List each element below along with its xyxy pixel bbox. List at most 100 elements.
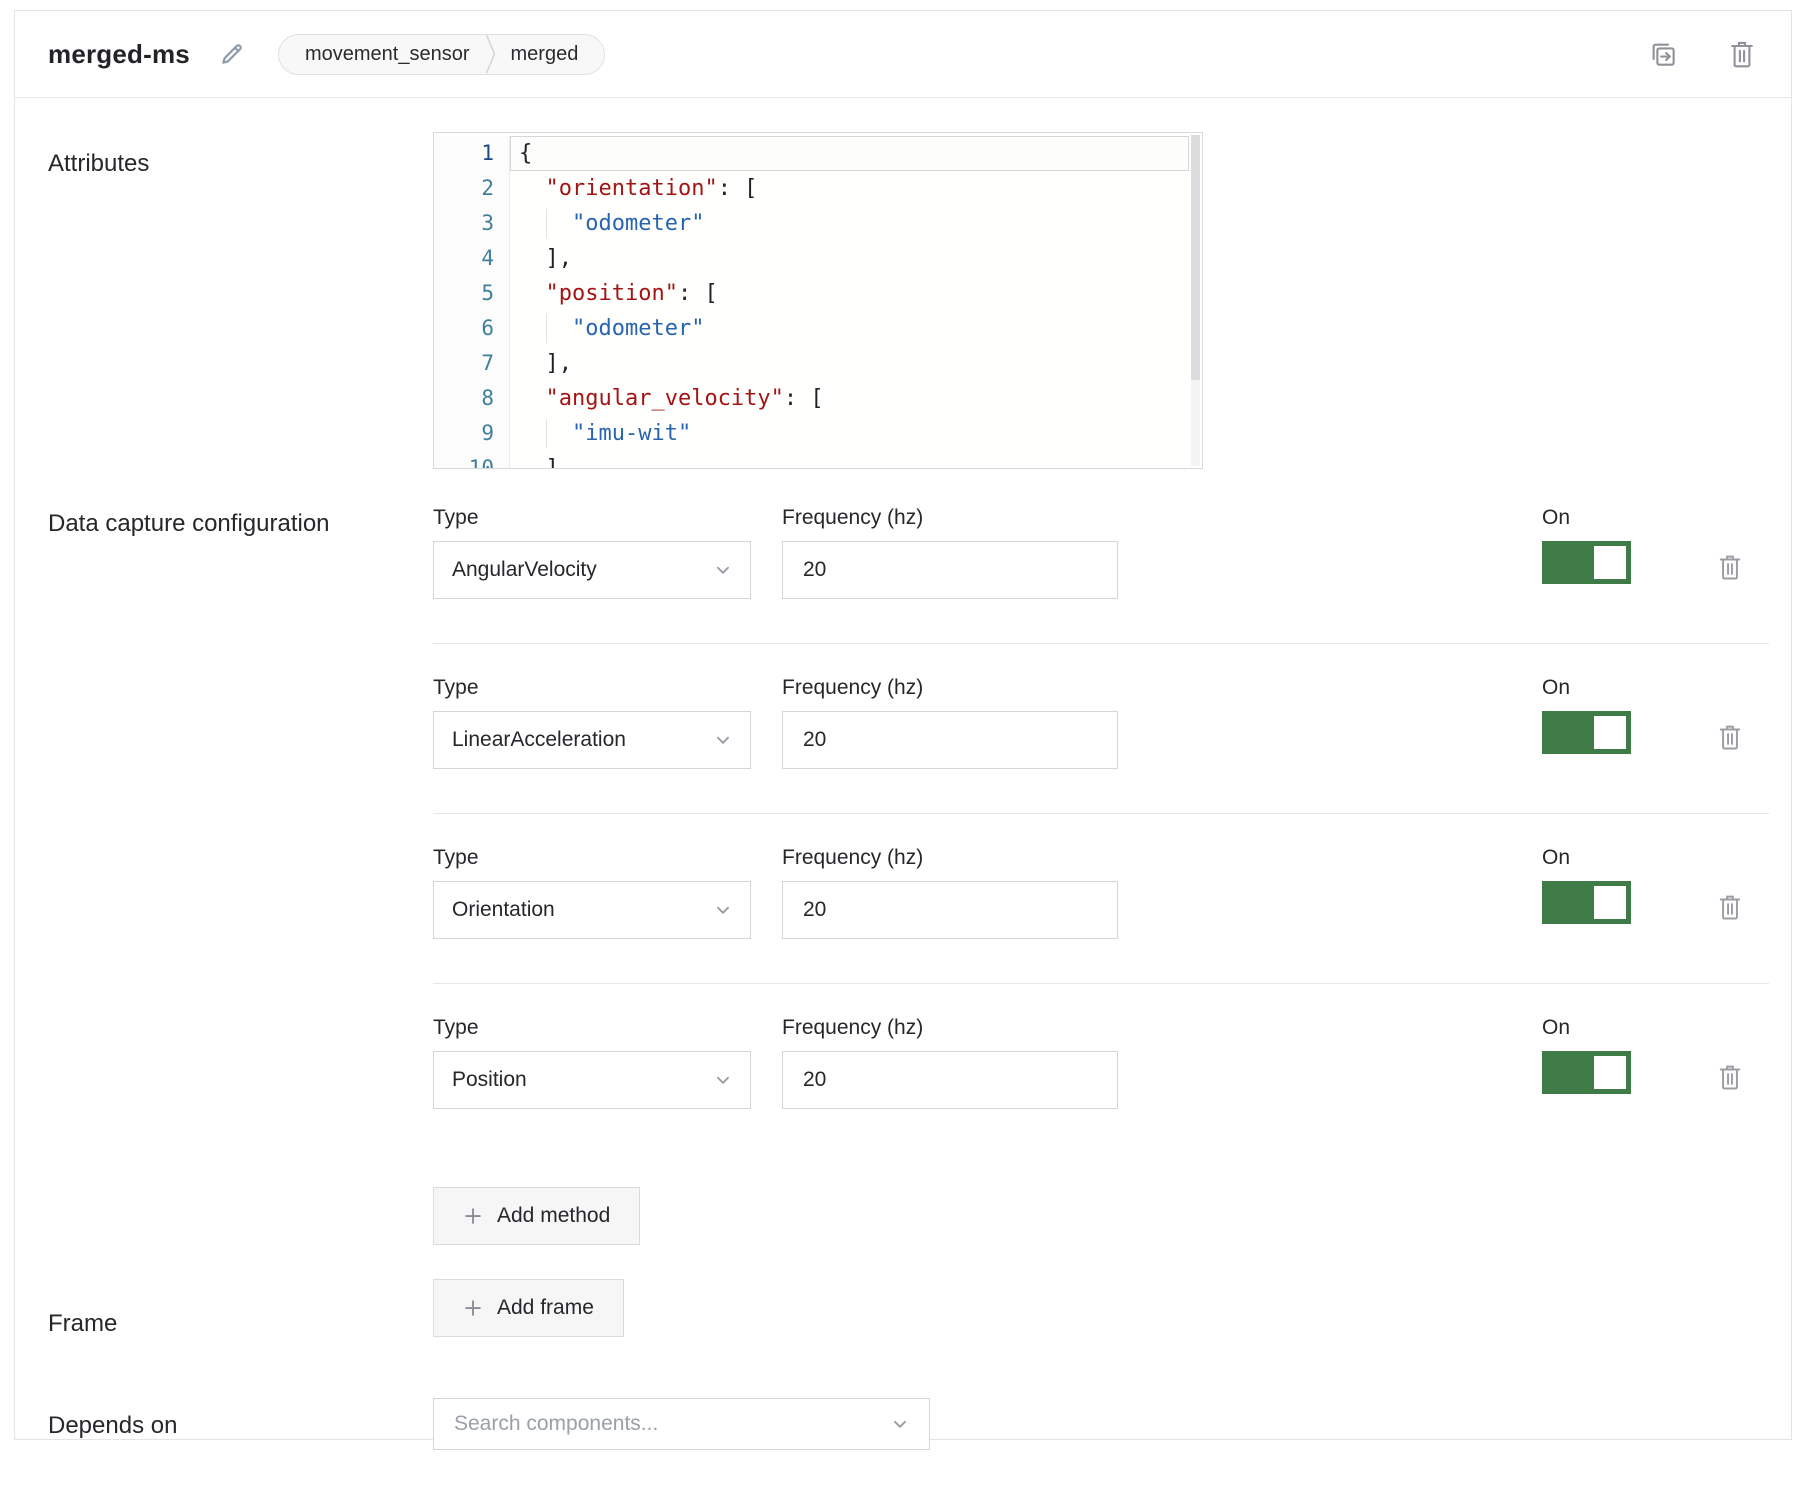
component-header: merged-ms movement_sensor merged: [15, 11, 1791, 98]
code-line-content: "angular_velocity": [: [510, 381, 1189, 416]
type-label: Type: [433, 846, 751, 870]
line-number: 8: [434, 381, 510, 416]
depends-on-select[interactable]: [433, 1398, 930, 1450]
capture-enabled-toggle[interactable]: [1542, 881, 1631, 924]
line-number: 3: [434, 206, 510, 241]
capture-enabled-toggle[interactable]: [1542, 541, 1631, 584]
code-line-content: ]: [510, 451, 1189, 469]
frequency-input[interactable]: [782, 711, 1118, 769]
trash-icon: [1716, 552, 1744, 582]
line-number: 2: [434, 171, 510, 206]
capture-enabled-toggle[interactable]: [1542, 1051, 1631, 1094]
chevron-down-icon: [714, 731, 732, 749]
code-line-content: "position": [: [510, 276, 1189, 311]
code-line-content: "odometer": [510, 206, 1189, 241]
toggle-on-label: On: [1542, 506, 1631, 530]
trash-icon: [1727, 38, 1757, 70]
pencil-icon: [219, 41, 245, 67]
capture-type-select[interactable]: Orientation: [433, 881, 751, 939]
duplicate-component-button[interactable]: [1647, 38, 1679, 70]
code-line-content: "orientation": [: [510, 171, 1189, 206]
frequency-input[interactable]: [782, 541, 1118, 599]
editor-scrollbar-thumb[interactable]: [1191, 135, 1200, 380]
attributes-json-editor[interactable]: 1{2 "orientation": [3 "odometer"4 ],5 "p…: [433, 132, 1203, 469]
capture-type-value: LinearAcceleration: [452, 728, 714, 752]
toggle-knob: [1594, 716, 1626, 749]
chevron-down-icon: [714, 1071, 732, 1089]
frequency-label: Frequency (hz): [782, 1016, 1118, 1040]
edit-name-button[interactable]: [216, 38, 248, 70]
chevron-down-icon: [714, 561, 732, 579]
add-method-label: Add method: [497, 1204, 610, 1228]
component-type: movement_sensor: [305, 43, 470, 66]
add-frame-button[interactable]: Add frame: [433, 1279, 624, 1337]
line-number: 10: [434, 451, 510, 469]
line-number: 4: [434, 241, 510, 276]
frequency-input[interactable]: [782, 1051, 1118, 1109]
code-line: 8 "angular_velocity": [: [434, 381, 1202, 416]
capture-enabled-toggle[interactable]: [1542, 711, 1631, 754]
frequency-label: Frequency (hz): [782, 676, 1118, 700]
toggle-knob: [1594, 1056, 1626, 1089]
capture-type-select[interactable]: AngularVelocity: [433, 541, 751, 599]
delete-method-button[interactable]: [1715, 1060, 1745, 1094]
code-lines: 1{2 "orientation": [3 "odometer"4 ],5 "p…: [434, 136, 1202, 469]
capture-type-value: Orientation: [452, 898, 714, 922]
data-capture-method-row: Type AngularVelocity Frequency (hz) On: [433, 506, 1769, 643]
code-line: 7 ],: [434, 346, 1202, 381]
chevron-down-icon: [714, 901, 732, 919]
component-body: Attributes 1{2 "orientation": [3 "odomet…: [15, 132, 1791, 1499]
data-capture-rows: Type AngularVelocity Frequency (hz) On: [433, 506, 1769, 1245]
component-type-badge: movement_sensor merged: [278, 34, 605, 75]
delete-component-button[interactable]: [1726, 38, 1758, 70]
plus-icon: [463, 1298, 483, 1318]
line-number: 7: [434, 346, 510, 381]
plus-icon: [463, 1206, 483, 1226]
code-line: 4 ],: [434, 241, 1202, 276]
toggle-on-label: On: [1542, 846, 1631, 870]
type-label: Type: [433, 676, 751, 700]
depends-on-section: Depends on: [48, 1398, 1769, 1499]
frame-section: Frame Add frame: [48, 1279, 1769, 1341]
add-frame-label: Add frame: [497, 1296, 594, 1320]
code-line: 10 ]: [434, 451, 1202, 469]
code-line-content: ],: [510, 241, 1189, 276]
depends-on-search-input[interactable]: [454, 1412, 891, 1436]
delete-method-button[interactable]: [1715, 720, 1745, 754]
component-name: merged-ms: [48, 39, 190, 70]
component-model: merged: [511, 43, 579, 66]
header-actions: [1647, 38, 1758, 70]
code-line: 6 "odometer": [434, 311, 1202, 346]
trash-icon: [1716, 892, 1744, 922]
code-line-content: "odometer": [510, 311, 1189, 346]
toggle-on-label: On: [1542, 1016, 1631, 1040]
line-number: 5: [434, 276, 510, 311]
capture-type-select[interactable]: Position: [433, 1051, 751, 1109]
frequency-label: Frequency (hz): [782, 506, 1118, 530]
delete-method-button[interactable]: [1715, 890, 1745, 924]
frequency-input[interactable]: [782, 881, 1118, 939]
toggle-knob: [1594, 546, 1626, 579]
type-label: Type: [433, 1016, 751, 1040]
add-method-button[interactable]: Add method: [433, 1187, 640, 1245]
capture-type-value: Position: [452, 1068, 714, 1092]
depends-on-label: Depends on: [48, 1398, 433, 1450]
frame-label: Frame: [48, 1279, 433, 1341]
breadcrumb-chevron-icon: [485, 34, 496, 74]
data-capture-section: Data capture configuration Type AngularV…: [48, 506, 1769, 1245]
editor-scrollbar[interactable]: [1191, 135, 1200, 466]
toggle-knob: [1594, 886, 1626, 919]
chevron-down-icon: [891, 1415, 909, 1433]
code-line: 5 "position": [: [434, 276, 1202, 311]
data-capture-label: Data capture configuration: [48, 506, 433, 1245]
attributes-section: Attributes 1{2 "orientation": [3 "odomet…: [48, 132, 1769, 469]
line-number: 6: [434, 311, 510, 346]
code-line: 1{: [434, 136, 1202, 171]
code-line-content: ],: [510, 346, 1189, 381]
delete-method-button[interactable]: [1715, 550, 1745, 584]
line-number: 1: [434, 136, 510, 171]
toggle-on-label: On: [1542, 676, 1631, 700]
capture-type-select[interactable]: LinearAcceleration: [433, 711, 751, 769]
frequency-label: Frequency (hz): [782, 846, 1118, 870]
trash-icon: [1716, 1062, 1744, 1092]
